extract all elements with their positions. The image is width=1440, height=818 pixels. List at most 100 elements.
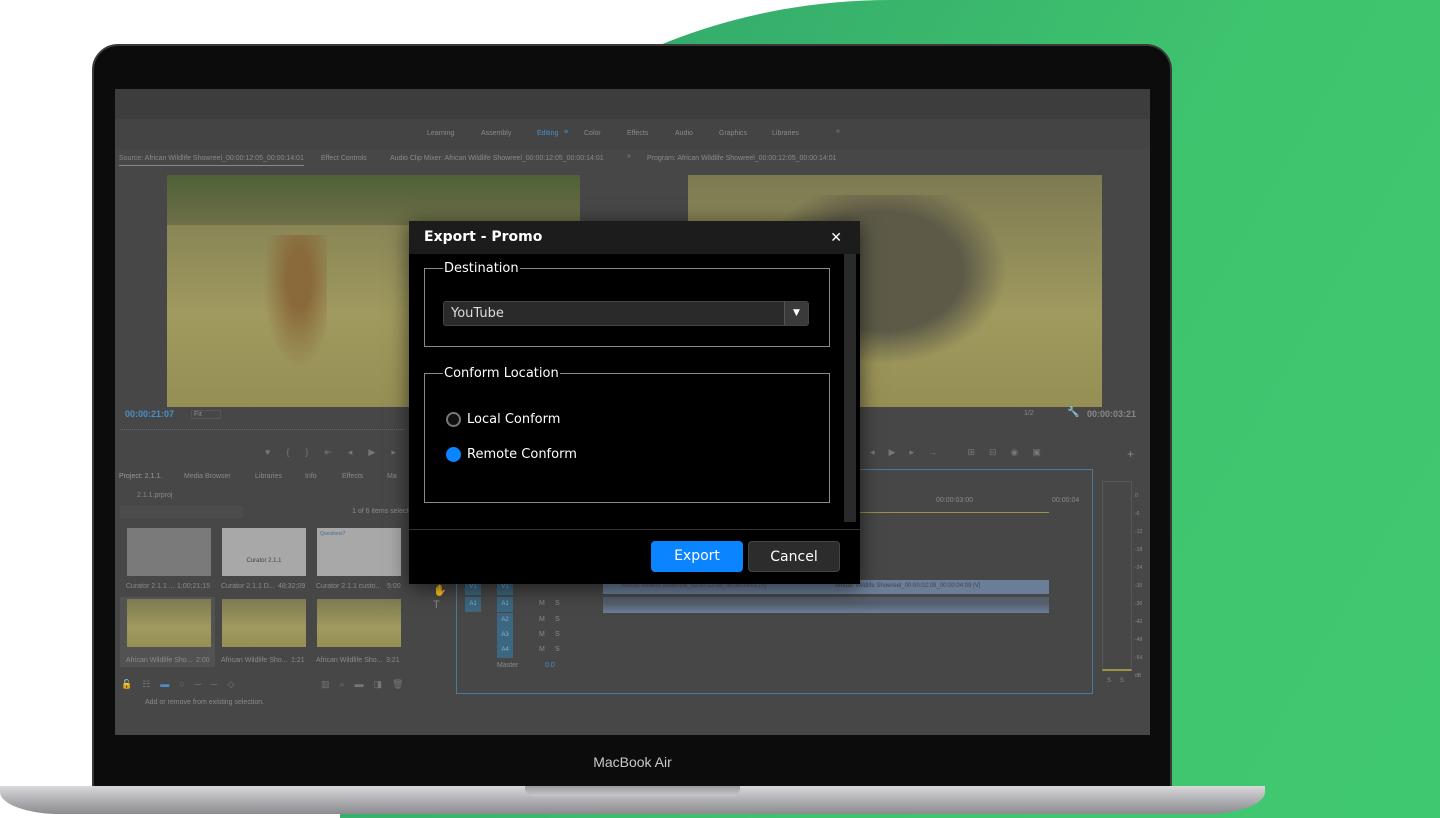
conform-location-group: Conform Location xyxy=(424,366,830,503)
tab-info[interactable]: Info xyxy=(305,473,317,480)
destination-value: YouTube xyxy=(451,306,504,321)
project-item-duration: 1;00;21;15 xyxy=(177,583,211,590)
tab-libraries[interactable]: Libraries xyxy=(255,473,282,480)
program-transport[interactable]: ◂▶▸→ ⊞⊟◉▣ xyxy=(870,447,1055,458)
project-toolbar[interactable]: 🔓☷▬○──◇ xyxy=(121,679,244,690)
mute-button[interactable]: M xyxy=(539,600,545,607)
mute-button[interactable]: M xyxy=(539,616,545,623)
ruler-label: 00:00:04 xyxy=(1052,497,1080,504)
status-bar: Add or remove from existing selection. xyxy=(145,699,265,706)
workspace-editing[interactable]: Editing xyxy=(537,130,558,137)
project-item-thumb[interactable] xyxy=(127,528,211,576)
tab-markers[interactable]: Ma xyxy=(387,473,397,480)
project-item-name: African Wildlife Sho... xyxy=(126,657,193,664)
project-item-name: Curator 2.1.1 ... xyxy=(126,583,175,590)
menu-icon[interactable]: ≡ xyxy=(564,129,568,136)
workspace-graphics[interactable]: Graphics xyxy=(719,130,747,137)
tab-source[interactable]: Source: African Wildlife Showreel_00:00:… xyxy=(119,155,304,166)
tab-media-browser[interactable]: Media Browser xyxy=(184,473,231,480)
meter-tick: -42 xyxy=(1135,619,1143,625)
solo-button[interactable]: S xyxy=(555,600,560,607)
workspace-effects[interactable]: Effects xyxy=(627,130,648,137)
local-conform-label[interactable]: Local Conform xyxy=(467,412,560,427)
workspace-libraries[interactable]: Libraries xyxy=(772,130,799,137)
conform-location-label: Conform Location xyxy=(444,366,559,381)
title-bar xyxy=(115,89,1150,119)
close-icon[interactable]: ✕ xyxy=(830,230,842,246)
more-panels-icon[interactable]: » xyxy=(627,153,631,160)
type-tool-icon[interactable]: T xyxy=(433,599,440,611)
dialog-title: Export - Promo xyxy=(409,221,860,254)
solo-button[interactable]: S xyxy=(555,631,560,638)
workspace-color[interactable]: Color xyxy=(584,130,601,137)
resolution-select[interactable]: 1/2 xyxy=(1024,410,1034,417)
project-item-thumb[interactable]: Curator 2.1.1 xyxy=(222,528,306,576)
laptop-notch xyxy=(525,786,740,796)
chevron-down-icon[interactable]: ▼ xyxy=(784,302,808,325)
project-item-duration: 1:21 xyxy=(291,657,305,664)
source-transport[interactable]: ♥{}⇤◂▶▸ xyxy=(265,447,412,458)
workspace-assembly[interactable]: Assembly xyxy=(481,130,511,137)
project-item-thumb[interactable] xyxy=(222,599,306,647)
zoom-select[interactable]: Fit xyxy=(191,410,221,419)
wrench-icon[interactable]: 🔧 xyxy=(1067,407,1079,418)
meter-tick: 0 xyxy=(1135,493,1138,499)
track-source-a1[interactable]: A1 xyxy=(465,597,481,612)
source-ruler[interactable] xyxy=(120,429,405,430)
project-item-thumb[interactable]: Questions? xyxy=(317,528,401,576)
master-label: Master xyxy=(497,662,519,669)
audio-track-clips[interactable] xyxy=(603,597,1049,613)
project-item-duration: 48;32;09 xyxy=(278,583,306,590)
device-label: MacBook Air xyxy=(593,754,672,770)
hand-tool-icon[interactable]: ✋ xyxy=(433,584,447,597)
project-tabs: Project: 2.1.1. Media Browser Libraries … xyxy=(115,467,415,483)
track-target-a1[interactable]: A1 xyxy=(497,597,513,612)
remote-conform-radio[interactable] xyxy=(446,447,461,462)
tab-project[interactable]: Project: 2.1.1. xyxy=(119,473,162,480)
destination-select[interactable]: YouTube ▼ xyxy=(443,301,809,326)
meter-tick: -6 xyxy=(1135,511,1140,517)
project-actions[interactable]: ▥⌕▬◨🗑 xyxy=(321,679,413,690)
mute-button[interactable]: M xyxy=(539,631,545,638)
track-headers: V1 V1 A1 A1 A2 A3 A4 M S M S M S M S Mas… xyxy=(457,580,597,670)
meter-tick: -30 xyxy=(1135,583,1143,589)
dialog-divider xyxy=(409,529,860,530)
tab-effects[interactable]: Effects xyxy=(342,473,363,480)
workspace-bar: Learning Assembly Editing ≡ Color Effect… xyxy=(115,119,1150,149)
meter-tick: -24 xyxy=(1135,565,1143,571)
tab-effect-controls[interactable]: Effect Controls xyxy=(321,155,367,162)
meter-solo-button[interactable]: S xyxy=(1107,678,1111,684)
tab-audio-clip-mixer[interactable]: Audio Clip Mixer: African Wildlife Showr… xyxy=(390,155,604,162)
track-target-a3[interactable]: A3 xyxy=(497,628,513,643)
meter-solo-button[interactable]: S xyxy=(1120,678,1124,684)
source-timecode: 00:00:21:07 xyxy=(125,409,175,419)
workspace-audio[interactable]: Audio xyxy=(675,130,693,137)
remote-conform-label[interactable]: Remote Conform xyxy=(467,447,577,462)
project-item-thumb[interactable] xyxy=(317,599,401,647)
audio-meter xyxy=(1102,481,1132,671)
program-title: Program: African Wildlife Showreel_00:00… xyxy=(647,155,837,162)
project-item-duration: 3:21 xyxy=(386,657,400,664)
giraffe xyxy=(257,235,327,385)
add-button-icon[interactable]: + xyxy=(1127,447,1134,461)
selection-count: 1 of 6 items selected xyxy=(352,508,417,515)
program-timecode: 00:00:03:21 xyxy=(1087,409,1137,419)
dialog-scrollbar[interactable] xyxy=(844,254,856,522)
mute-button[interactable]: M xyxy=(539,646,545,653)
project-search-input[interactable] xyxy=(120,506,243,518)
track-target-a4[interactable]: A4 xyxy=(497,643,513,658)
master-value[interactable]: 0.0 xyxy=(545,662,555,669)
local-conform-radio[interactable] xyxy=(446,412,461,427)
more-workspaces-icon[interactable]: » xyxy=(836,128,840,135)
export-button[interactable]: Export xyxy=(651,541,743,572)
meter-tick: -48 xyxy=(1135,637,1143,643)
meter-tick: -18 xyxy=(1135,547,1143,553)
project-item-duration: 5:00 xyxy=(387,583,401,590)
solo-button[interactable]: S xyxy=(555,616,560,623)
workspace-learning[interactable]: Learning xyxy=(427,130,454,137)
project-file: 2.1.1.prproj xyxy=(137,492,173,499)
cancel-button[interactable]: Cancel xyxy=(748,541,840,572)
project-item-thumb[interactable] xyxy=(127,599,211,647)
track-target-a2[interactable]: A2 xyxy=(497,613,513,628)
solo-button[interactable]: S xyxy=(555,646,560,653)
